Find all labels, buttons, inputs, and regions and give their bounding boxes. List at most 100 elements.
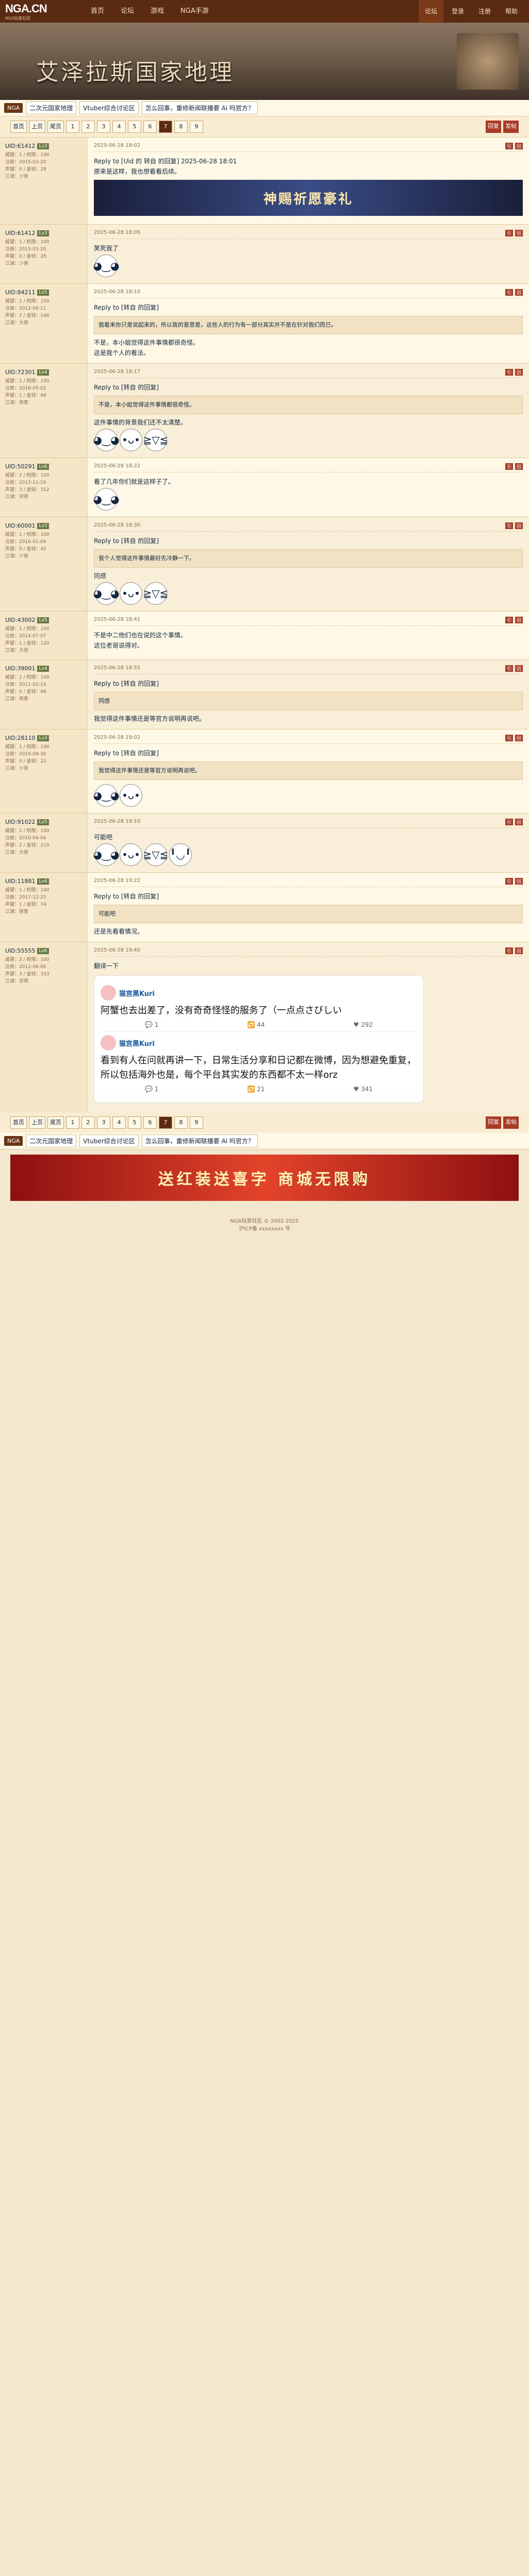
page-link[interactable]: 4 xyxy=(112,121,126,133)
tweet-user[interactable]: 猫宫黑Kuri xyxy=(101,1035,417,1050)
page-link[interactable]: 4 xyxy=(112,1116,126,1129)
help-link[interactable]: 帮助 xyxy=(499,0,524,23)
username[interactable]: UID:60001 xyxy=(5,522,35,529)
reply-post-button[interactable]: 回 xyxy=(515,369,523,376)
tweet-username: 猫宫黑Kuri xyxy=(119,990,155,998)
username[interactable]: UID:43002 xyxy=(5,617,35,623)
reply-post-button[interactable]: 回 xyxy=(515,289,523,296)
page-link[interactable]: 1 xyxy=(66,1116,79,1129)
site-logo[interactable]: NGA.CN NGA玩家社区 xyxy=(5,2,82,21)
quote-button[interactable]: 引 xyxy=(505,878,513,885)
tweet-retweets[interactable]: 🔁 44 xyxy=(247,1021,264,1028)
quote-button[interactable]: 引 xyxy=(505,522,513,529)
page-link[interactable]: 首页 xyxy=(10,1116,27,1129)
page-link[interactable]: 6 xyxy=(143,1116,157,1129)
username[interactable]: UID:91022 xyxy=(5,819,35,825)
page-link[interactable]: 首页 xyxy=(10,121,27,133)
reply-post-button[interactable]: 回 xyxy=(515,947,523,954)
quote-button[interactable]: 引 xyxy=(505,819,513,825)
breadcrumb-tag[interactable]: NGA xyxy=(4,1136,23,1146)
register-link[interactable]: 注册 xyxy=(472,0,497,23)
tweet-user[interactable]: 猫宫黑Kuri xyxy=(101,985,417,1001)
user-stats: 威望：1 / 权限：100 注册：2015-03-20 声望：0 / 金钱：28 江湖… xyxy=(5,151,82,180)
page-link[interactable]: 5 xyxy=(128,1116,141,1129)
username[interactable]: UID:61412 xyxy=(5,230,35,236)
reply-button[interactable]: 回复 xyxy=(486,121,501,133)
username[interactable]: UID:84211 xyxy=(5,289,35,296)
page-link[interactable]: 5 xyxy=(128,121,141,133)
quote-button[interactable]: 引 xyxy=(505,230,513,236)
new-post-button[interactable]: 发帖 xyxy=(503,121,519,133)
nav-item-forum-active[interactable]: 论坛 xyxy=(418,0,443,23)
tweet-likes[interactable]: ♥ 341 xyxy=(354,1086,373,1093)
page-link[interactable]: 8 xyxy=(174,121,188,133)
quote-button[interactable]: 引 xyxy=(505,143,513,149)
username[interactable]: UID:72301 xyxy=(5,369,35,376)
page-link[interactable]: 9 xyxy=(190,121,203,133)
page-link[interactable]: 2 xyxy=(81,121,95,133)
username[interactable]: UID:61412 xyxy=(5,143,35,149)
reply-post-button[interactable]: 回 xyxy=(515,819,523,825)
page-link[interactable]: 9 xyxy=(190,1116,203,1129)
username[interactable]: UID:28110 xyxy=(5,735,35,741)
page-link[interactable]: 8 xyxy=(174,1116,188,1129)
breadcrumb-item[interactable]: 二次元国家地理 xyxy=(26,1134,77,1147)
user-stat-line: 注册：2015-03-20 xyxy=(5,247,46,252)
breadcrumb-item[interactable]: 怎么回事，重修新闻联播要 Ai 吗官方？ xyxy=(141,1134,258,1147)
quote-button[interactable]: 引 xyxy=(505,463,513,470)
username[interactable]: UID:55555 xyxy=(5,947,35,954)
new-post-button[interactable]: 发帖 xyxy=(503,1116,519,1129)
nav-item-games[interactable]: 游戏 xyxy=(142,0,172,23)
reply-post-button[interactable]: 回 xyxy=(515,878,523,885)
reply-post-button[interactable]: 回 xyxy=(515,665,523,672)
breadcrumb-item[interactable]: 二次元国家地理 xyxy=(26,101,77,114)
page-link[interactable]: 6 xyxy=(143,121,157,133)
quote-button[interactable]: 引 xyxy=(505,369,513,376)
quote-button[interactable]: 引 xyxy=(505,617,513,623)
tweet-replies[interactable]: 💬 1 xyxy=(145,1086,158,1093)
page-link[interactable]: 尾页 xyxy=(47,121,64,133)
breadcrumb-item[interactable]: 怎么回事，重修新闻联播要 Ai 吗官方？ xyxy=(141,101,258,114)
login-link[interactable]: 登录 xyxy=(445,0,470,23)
page: NGA.CN NGA玩家社区 首页 论坛 游戏 NGA手游 论坛 登录 注册 帮… xyxy=(0,0,529,1242)
quote-button[interactable]: 引 xyxy=(505,947,513,954)
nav-item-mobile[interactable]: NGA手游 xyxy=(172,0,217,23)
tweet-replies[interactable]: 💬 1 xyxy=(145,1021,158,1028)
reply-post-button[interactable]: 回 xyxy=(515,463,523,470)
page-link[interactable]: 3 xyxy=(97,1116,110,1129)
page-link[interactable]: 2 xyxy=(81,1116,95,1129)
reply-post-button[interactable]: 回 xyxy=(515,143,523,149)
page-link[interactable]: 7 xyxy=(159,121,172,133)
nav-item-forum[interactable]: 论坛 xyxy=(112,0,142,23)
username[interactable]: UID:39001 xyxy=(5,665,35,672)
page-link[interactable]: 上页 xyxy=(29,121,45,133)
quote-button[interactable]: 引 xyxy=(505,665,513,672)
username[interactable]: UID:50291 xyxy=(5,463,35,470)
quote-button[interactable]: 引 xyxy=(505,735,513,741)
reply-button[interactable]: 回复 xyxy=(486,1116,501,1129)
breadcrumb-item[interactable]: Vtuber综合讨论区 xyxy=(79,1134,139,1147)
breadcrumb-tag[interactable]: NGA xyxy=(4,103,23,113)
username[interactable]: UID:11881 xyxy=(5,878,35,885)
reply-post-button[interactable]: 回 xyxy=(515,617,523,623)
inline-ad-banner[interactable]: 神赐祈愿豪礼 xyxy=(94,180,523,216)
page-link[interactable]: 3 xyxy=(97,121,110,133)
reply-post-button[interactable]: 回 xyxy=(515,522,523,529)
tweet-likes[interactable]: ♥ 292 xyxy=(354,1021,373,1028)
post-list: UID:61412 Lv3 威望：1 / 权限：100 注册：2015-03-20 声望… xyxy=(0,137,529,1112)
breadcrumb-item[interactable]: Vtuber综合讨论区 xyxy=(79,101,139,114)
page-link[interactable]: 尾页 xyxy=(47,1116,64,1129)
page-link[interactable]: 上页 xyxy=(29,1116,45,1129)
tweet-retweets[interactable]: 🔁 21 xyxy=(247,1086,264,1093)
user-stat-line: 声望：0 / 金钱：42 xyxy=(5,547,46,552)
quote-button[interactable]: 引 xyxy=(505,289,513,296)
post-text: Reply to [转自 的回复] xyxy=(94,304,159,311)
reply-post-button[interactable]: 回 xyxy=(515,735,523,741)
bottom-ad-banner[interactable]: 送红装送喜字 商城无限购 xyxy=(10,1155,519,1201)
page-link[interactable]: 1 xyxy=(66,121,79,133)
nav-item-home[interactable]: 首页 xyxy=(82,0,112,23)
reply-post-button[interactable]: 回 xyxy=(515,230,523,236)
post-header: 2025-06-28 18:30 引回 xyxy=(94,522,523,532)
page-link[interactable]: 7 xyxy=(159,1116,172,1129)
post-text: Reply to [转自 的回复] xyxy=(94,384,159,391)
